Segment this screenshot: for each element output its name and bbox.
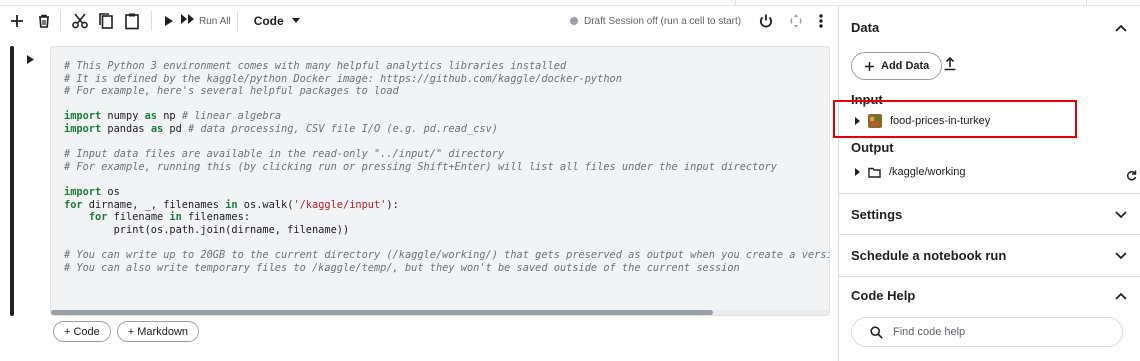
toolbar-divider xyxy=(236,11,238,31)
paste-icon[interactable] xyxy=(119,8,145,34)
section-divider xyxy=(839,234,1140,235)
play-icon xyxy=(27,55,34,64)
run-all-button[interactable]: Run All xyxy=(180,8,231,34)
code-help-search-input[interactable]: Find code help xyxy=(851,317,1123,347)
add-data-button[interactable]: Add Data xyxy=(851,52,943,80)
folder-icon xyxy=(868,167,881,178)
plus-icon[interactable] xyxy=(0,8,34,34)
code-editor[interactable]: # This Python 3 environment comes with m… xyxy=(50,46,830,316)
data-section-header[interactable]: Data xyxy=(851,20,1127,35)
scrollbar-thumb[interactable] xyxy=(51,310,713,315)
settings-title: Settings xyxy=(851,207,903,222)
top-segment xyxy=(1085,0,1087,5)
top-segment xyxy=(0,0,736,5)
draft-session-status: Draft Session off (run a cell to start) xyxy=(570,7,741,35)
output-folder-item[interactable]: /kaggle/working xyxy=(855,166,965,178)
add-code-button[interactable]: + Code xyxy=(53,321,111,342)
status-dot-icon xyxy=(570,17,578,25)
add-markdown-button[interactable]: + Markdown xyxy=(116,321,200,342)
schedule-title: Schedule a notebook run xyxy=(851,248,1007,263)
code-help-section-header[interactable]: Code Help xyxy=(851,288,1127,303)
search-placeholder: Find code help xyxy=(893,326,966,338)
upload-icon[interactable] xyxy=(943,56,957,77)
code-help-title: Code Help xyxy=(851,288,916,303)
power-icon[interactable] xyxy=(756,8,776,34)
code-text[interactable]: # This Python 3 environment comes with m… xyxy=(51,47,829,274)
refresh-icon[interactable] xyxy=(1126,168,1137,186)
chevron-up-icon xyxy=(1115,292,1127,300)
run-cell-button[interactable] xyxy=(26,52,35,70)
toolbar-divider xyxy=(151,11,152,31)
chevron-down-icon xyxy=(1115,210,1127,218)
fast-forward-icon xyxy=(180,12,195,30)
trash-icon[interactable] xyxy=(34,8,54,34)
output-item-label: /kaggle/working xyxy=(889,166,966,178)
cell-type-label: Code xyxy=(253,14,284,28)
cell-type-dropdown[interactable]: Code xyxy=(254,14,300,28)
schedule-section-header[interactable]: Schedule a notebook run xyxy=(851,248,1127,263)
add-data-label: Add Data xyxy=(881,60,930,72)
toolbar-divider xyxy=(60,11,61,31)
more-vertical-icon[interactable] xyxy=(814,8,828,34)
output-title: Output xyxy=(851,140,894,155)
add-cell-buttons: + Code + Markdown xyxy=(53,321,200,342)
scissors-icon[interactable] xyxy=(67,8,93,34)
notebook-toolbar: Run All Code Draft Session off (run a ce… xyxy=(0,7,838,35)
data-title: Data xyxy=(851,20,880,35)
highlight-box xyxy=(833,100,1077,138)
side-panel: Data Add Data Input food-prices-in-turke… xyxy=(838,6,1140,361)
plus-icon xyxy=(865,61,874,71)
active-cell-indicator xyxy=(10,46,14,316)
settings-section-header[interactable]: Settings xyxy=(851,207,1127,222)
caret-right-icon xyxy=(855,168,860,176)
search-icon xyxy=(870,325,883,339)
chevron-down-icon xyxy=(1115,251,1127,259)
section-divider xyxy=(839,276,1140,277)
chevron-up-icon xyxy=(1115,24,1127,32)
play-icon[interactable] xyxy=(158,8,180,34)
run-all-label: Run All xyxy=(199,15,231,27)
section-divider xyxy=(839,193,1140,194)
draft-status-text: Draft Session off (run a cell to start) xyxy=(584,15,742,27)
caret-down-icon xyxy=(291,18,300,23)
loading-icon[interactable] xyxy=(786,8,806,34)
copy-icon[interactable] xyxy=(93,8,119,34)
horizontal-scrollbar[interactable] xyxy=(51,310,829,315)
